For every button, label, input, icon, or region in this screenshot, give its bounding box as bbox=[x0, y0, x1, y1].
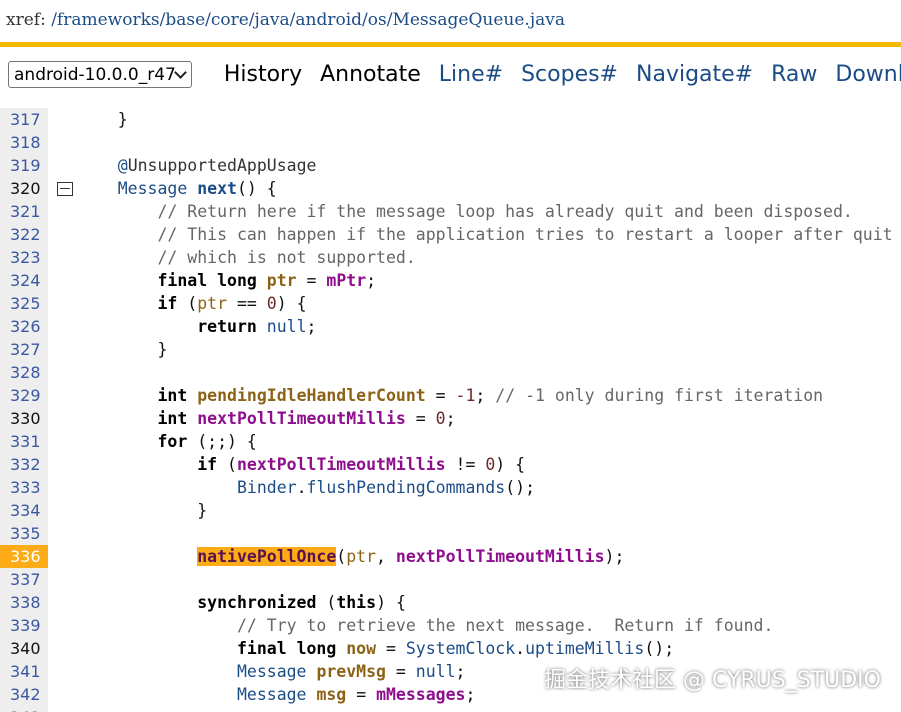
code-line: 337 bbox=[0, 568, 901, 591]
code-line: 343 bbox=[0, 706, 901, 712]
line-number-link[interactable]: 324 bbox=[0, 269, 48, 292]
code-line: 321 // Return here if the message loop h… bbox=[0, 200, 901, 223]
fold-toggle-icon[interactable] bbox=[57, 182, 73, 196]
line-number-link[interactable]: 336 bbox=[0, 545, 48, 568]
line-number-link[interactable]: 327 bbox=[0, 338, 48, 361]
code-line: 338 synchronized (this) { bbox=[0, 591, 901, 614]
line-number-link[interactable]: 330 bbox=[0, 407, 48, 430]
line-number-link[interactable]: 337 bbox=[0, 568, 48, 591]
code-line: 331 for (;;) { bbox=[0, 430, 901, 453]
code-text: Binder.flushPendingCommands(); bbox=[236, 478, 535, 497]
line-number-link[interactable]: 340 bbox=[0, 637, 48, 660]
code-text: // Try to retrieve the next message. Ret… bbox=[236, 616, 774, 635]
line-number-link[interactable]: 343 bbox=[0, 706, 48, 712]
line-number-link[interactable]: 329 bbox=[0, 384, 48, 407]
line-number-link[interactable]: 334 bbox=[0, 499, 48, 522]
code-text: final long ptr = mPtr; bbox=[157, 271, 377, 290]
code-line: 332 if (nextPollTimeoutMillis != 0) { bbox=[0, 453, 901, 476]
xref-breadcrumb: xref: /frameworks/base/core/java/android… bbox=[0, 0, 901, 44]
line-number-link[interactable]: 341 bbox=[0, 660, 48, 683]
code-line: 339 // Try to retrieve the next message.… bbox=[0, 614, 901, 637]
code-text: int nextPollTimeoutMillis = 0; bbox=[157, 409, 456, 428]
line-number-link[interactable]: 328 bbox=[0, 361, 48, 384]
line-number-link[interactable]: 326 bbox=[0, 315, 48, 338]
line-number-link[interactable]: 339 bbox=[0, 614, 48, 637]
line-number-link[interactable]: 333 bbox=[0, 476, 48, 499]
code-line: 333 Binder.flushPendingCommands(); bbox=[0, 476, 901, 499]
history-link[interactable]: History bbox=[224, 62, 302, 87]
xref-path[interactable]: /frameworks/base/core/java/android/os/Me… bbox=[51, 10, 565, 30]
code-line: 329 int pendingIdleHandlerCount = -1; //… bbox=[0, 384, 901, 407]
code-line: 320 Message next() { bbox=[0, 177, 901, 200]
version-select-value: android-10.0.0_r47 bbox=[14, 64, 176, 85]
code-text: for (;;) { bbox=[157, 432, 257, 451]
line-number-link[interactable]: 331 bbox=[0, 430, 48, 453]
download-link[interactable]: Download bbox=[835, 62, 901, 87]
code-line: 330 int nextPollTimeoutMillis = 0; bbox=[0, 407, 901, 430]
code-line: 335 bbox=[0, 522, 901, 545]
line-number-link[interactable]: 317 bbox=[0, 108, 48, 131]
line-numbers-toggle[interactable]: Line# bbox=[439, 62, 503, 87]
code-text: // This can happen if the application tr… bbox=[157, 225, 893, 244]
line-number-link[interactable]: 322 bbox=[0, 223, 48, 246]
code-line: 327 } bbox=[0, 338, 901, 361]
code-line: 326 return null; bbox=[0, 315, 901, 338]
code-text: } bbox=[197, 501, 208, 520]
code-text: // which is not supported. bbox=[157, 248, 416, 267]
code-line: 334 } bbox=[0, 499, 901, 522]
line-number-link[interactable]: 323 bbox=[0, 246, 48, 269]
toolbar: android-10.0.0_r47 History Annotate Line… bbox=[0, 47, 901, 102]
code-text: int pendingIdleHandlerCount = -1; // -1 … bbox=[157, 386, 824, 405]
code-line: 324 final long ptr = mPtr; bbox=[0, 269, 901, 292]
version-select[interactable]: android-10.0.0_r47 bbox=[8, 61, 192, 88]
code-text: } bbox=[157, 340, 168, 359]
code-line: 336 nativePollOnce(ptr, nextPollTimeoutM… bbox=[0, 545, 901, 568]
code-line: 319 @UnsupportedAppUsage bbox=[0, 154, 901, 177]
code-text: if (nextPollTimeoutMillis != 0) { bbox=[197, 455, 526, 474]
code-text: if (ptr == 0) { bbox=[157, 294, 307, 313]
code-line: 317 } bbox=[0, 108, 901, 131]
code-line: 328 bbox=[0, 361, 901, 384]
xref-prefix: xref: bbox=[6, 10, 46, 30]
line-number-link[interactable]: 332 bbox=[0, 453, 48, 476]
line-number-link[interactable]: 319 bbox=[0, 154, 48, 177]
code-line: 340 final long now = SystemClock.uptimeM… bbox=[0, 637, 901, 660]
annotate-link[interactable]: Annotate bbox=[320, 62, 421, 87]
line-number-link[interactable]: 321 bbox=[0, 200, 48, 223]
scopes-toggle[interactable]: Scopes# bbox=[521, 62, 618, 87]
raw-link[interactable]: Raw bbox=[771, 62, 817, 87]
code-text: nativePollOnce(ptr, nextPollTimeoutMilli… bbox=[197, 547, 625, 566]
code-text: Message prevMsg = null; bbox=[236, 662, 466, 681]
code-text: synchronized (this) { bbox=[197, 593, 406, 612]
code-text: // Return here if the message loop has a… bbox=[157, 202, 853, 221]
chevron-down-icon bbox=[173, 65, 187, 79]
code-text: Message next() { bbox=[117, 179, 277, 198]
line-number-link[interactable]: 320 bbox=[0, 177, 48, 200]
code-line: 323 // which is not supported. bbox=[0, 246, 901, 269]
code-line: 325 if (ptr == 0) { bbox=[0, 292, 901, 315]
code-line: 318 bbox=[0, 131, 901, 154]
line-number-link[interactable]: 338 bbox=[0, 591, 48, 614]
code-text: final long now = SystemClock.uptimeMilli… bbox=[236, 639, 675, 658]
code-text: @UnsupportedAppUsage bbox=[117, 156, 317, 175]
source-code-view: 317 } 318 319 @UnsupportedAppUsage 320 Mess… bbox=[0, 108, 901, 712]
line-number-link[interactable]: 335 bbox=[0, 522, 48, 545]
code-text: return null; bbox=[197, 317, 317, 336]
line-number-link[interactable]: 318 bbox=[0, 131, 48, 154]
code-text: Message msg = mMessages; bbox=[236, 685, 476, 704]
code-text: } bbox=[117, 110, 128, 129]
navigate-toggle[interactable]: Navigate# bbox=[636, 62, 753, 87]
line-number-link[interactable]: 325 bbox=[0, 292, 48, 315]
code-line: 322 // This can happen if the applicatio… bbox=[0, 223, 901, 246]
line-number-link[interactable]: 342 bbox=[0, 683, 48, 706]
watermark: 掘金技术社区 @ CYRUS_STUDIO bbox=[543, 668, 881, 693]
